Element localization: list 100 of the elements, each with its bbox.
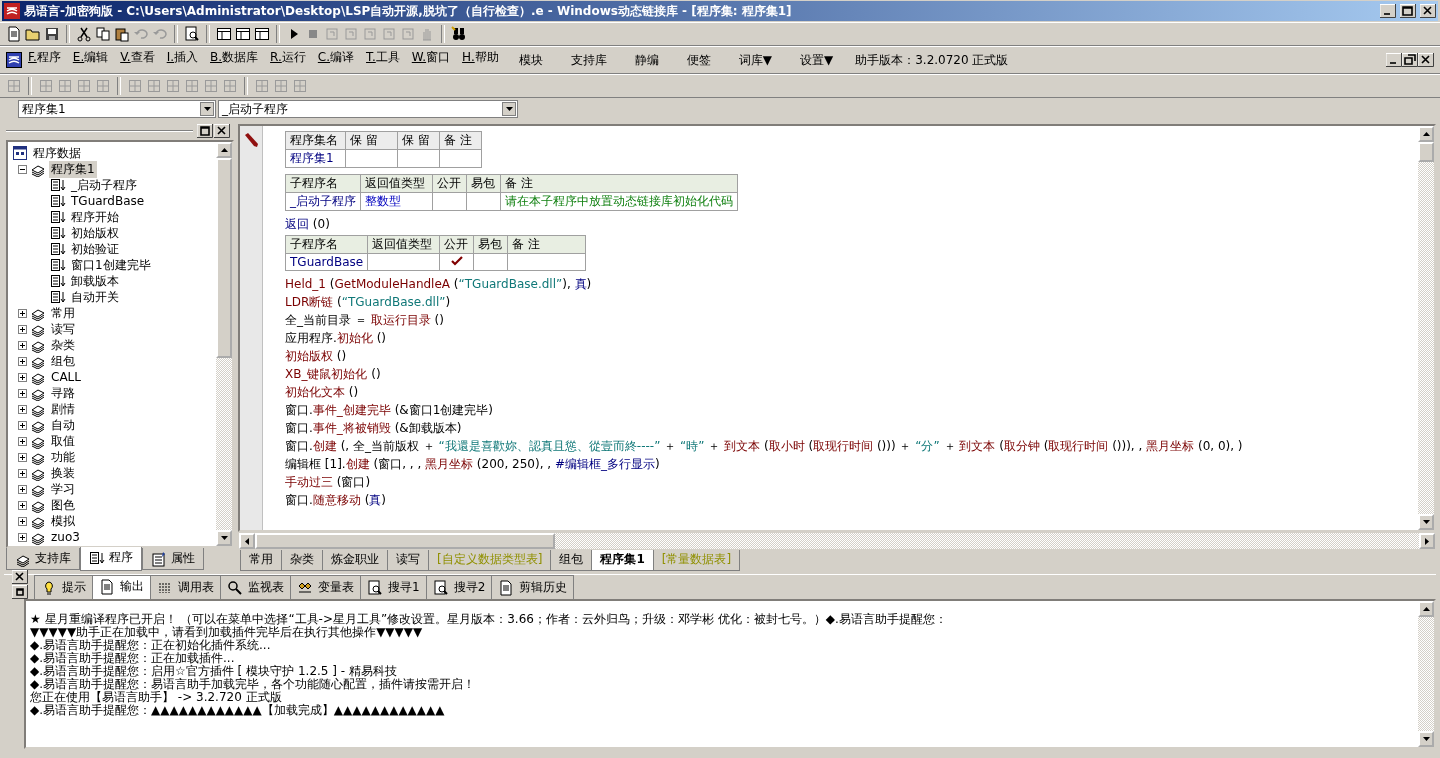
preview-icon[interactable] xyxy=(184,26,200,42)
dropdown[interactable]: _启动子程序 xyxy=(218,100,518,118)
tree-item[interactable]: 自动 xyxy=(49,416,77,434)
menu-item[interactable]: R.运行 xyxy=(264,47,312,73)
maximize-button[interactable] xyxy=(1400,4,1416,18)
panel-tab[interactable]: 程序 xyxy=(80,547,142,571)
panel-maximize-button[interactable] xyxy=(197,124,213,138)
output-tab[interactable]: 提示 xyxy=(34,575,93,599)
copy-icon[interactable] xyxy=(95,26,111,42)
menu-item[interactable]: T.工具 xyxy=(360,47,406,73)
expand-toggle[interactable] xyxy=(18,356,27,366)
vertical-scrollbar[interactable] xyxy=(1418,601,1434,747)
menu-item[interactable]: I.插入 xyxy=(160,47,205,73)
checkbox-cell[interactable] xyxy=(473,253,508,271)
dropdown-arrow-icon[interactable] xyxy=(505,107,513,111)
expand-toggle[interactable] xyxy=(18,388,27,398)
code-tab[interactable]: 常用 xyxy=(240,550,282,571)
menu-item[interactable]: H.帮助 xyxy=(456,47,505,73)
panel-close-button[interactable] xyxy=(214,124,230,138)
expand-toggle[interactable] xyxy=(18,324,27,334)
tree-item[interactable]: 模拟 xyxy=(49,512,77,530)
checkbox-cell[interactable] xyxy=(466,192,501,211)
menu-item[interactable]: 设置▼ xyxy=(785,49,848,71)
layout-icon[interactable] xyxy=(254,26,270,42)
tree-item[interactable]: 程序集1 xyxy=(49,160,97,178)
tree-item[interactable]: 程序数据 xyxy=(31,144,83,162)
tree-item[interactable]: 寻路 xyxy=(49,384,77,402)
scroll-right-arrow-icon[interactable] xyxy=(1425,537,1429,545)
tree-item[interactable]: 组包 xyxy=(49,352,77,370)
tree-item[interactable]: 常用 xyxy=(49,304,77,322)
scroll-down-arrow-icon[interactable] xyxy=(1422,520,1430,524)
layout-icon[interactable] xyxy=(235,26,251,42)
expand-toggle[interactable] xyxy=(18,500,27,510)
panel-tab[interactable]: 属性 xyxy=(142,548,204,570)
save-icon[interactable] xyxy=(44,26,60,42)
scroll-up-arrow-icon[interactable] xyxy=(1422,132,1430,136)
scroll-left-arrow-icon[interactable] xyxy=(245,537,249,545)
vertical-scrollbar[interactable] xyxy=(216,142,232,546)
expand-toggle[interactable] xyxy=(18,516,27,526)
checkbox-cell[interactable] xyxy=(439,253,474,271)
tree-item[interactable]: 换装 xyxy=(49,464,77,482)
menu-item[interactable]: 静编 xyxy=(620,49,673,71)
checkbox-cell[interactable] xyxy=(432,192,467,211)
scroll-thumb[interactable] xyxy=(1418,142,1434,162)
code-tab[interactable]: 程序集1 xyxy=(591,550,654,571)
panel-close-button[interactable] xyxy=(12,570,28,584)
output-tab[interactable]: 剪辑历史 xyxy=(491,575,575,599)
scroll-down-arrow-icon[interactable] xyxy=(220,536,228,540)
expand-toggle[interactable] xyxy=(18,532,27,542)
tree-item[interactable]: 学习 xyxy=(49,480,77,498)
code-tab[interactable]: 杂类 xyxy=(281,550,323,571)
minimize-button[interactable] xyxy=(1386,53,1402,67)
tree-item[interactable]: 功能 xyxy=(49,448,77,466)
tree-item[interactable]: 程序开始 xyxy=(69,208,121,226)
dropdown-arrow-icon[interactable] xyxy=(203,107,211,111)
tree-item[interactable]: 图色 xyxy=(49,496,77,514)
paste-icon[interactable] xyxy=(114,26,130,42)
menu-item[interactable]: B.数据库 xyxy=(204,47,265,73)
scroll-up-arrow-icon[interactable] xyxy=(220,148,228,152)
tree-item[interactable]: 取值 xyxy=(49,432,77,450)
panel-tab[interactable]: 支持库 xyxy=(6,548,80,570)
expand-toggle[interactable] xyxy=(18,340,27,350)
code-tab[interactable]: 组包 xyxy=(550,550,593,571)
menu-item[interactable]: F.程序 xyxy=(22,47,67,73)
binoculars-icon[interactable] xyxy=(451,26,467,42)
tree-item[interactable]: zuo3 xyxy=(49,530,82,544)
code-tab[interactable]: 炼金职业 xyxy=(322,550,388,571)
scroll-down-arrow-icon[interactable] xyxy=(1422,737,1430,741)
tree-item[interactable]: _启动子程序 xyxy=(69,176,139,194)
tree-item[interactable]: 自动开关 xyxy=(69,288,121,306)
panel-maximize-button[interactable] xyxy=(12,585,28,599)
tree-item[interactable]: CALL xyxy=(49,370,83,384)
code-tab[interactable]: 读写 xyxy=(387,550,429,571)
cut-icon[interactable] xyxy=(76,26,92,42)
layout-icon[interactable] xyxy=(216,26,232,42)
tree-item[interactable]: 杂类 xyxy=(49,336,77,354)
menu-item[interactable]: 词库▼ xyxy=(724,49,786,71)
scroll-thumb[interactable] xyxy=(216,158,232,358)
tree-item[interactable]: TGuardBase xyxy=(69,194,147,208)
expand-toggle[interactable] xyxy=(18,372,27,382)
close-button[interactable] xyxy=(1418,53,1434,67)
vertical-scrollbar[interactable] xyxy=(1418,126,1434,530)
tree-item[interactable]: 卸载版本 xyxy=(69,272,121,290)
close-button[interactable] xyxy=(1420,4,1436,18)
expand-toggle[interactable] xyxy=(18,420,27,430)
expand-toggle[interactable] xyxy=(18,308,27,318)
new-file-icon[interactable] xyxy=(6,26,22,42)
output-tab[interactable]: 输出 xyxy=(92,575,151,599)
open-folder-icon[interactable] xyxy=(25,26,41,42)
menu-item[interactable]: 模块 xyxy=(504,49,557,71)
scroll-up-arrow-icon[interactable] xyxy=(1422,607,1430,611)
menu-item[interactable]: E.编辑 xyxy=(66,47,115,73)
scroll-thumb[interactable] xyxy=(255,533,555,549)
expand-toggle[interactable] xyxy=(18,452,27,462)
app-logo-icon[interactable] xyxy=(6,52,22,68)
horizontal-scrollbar[interactable] xyxy=(238,532,1436,550)
menu-item[interactable]: V.查看 xyxy=(114,47,161,73)
menu-item[interactable]: C.编译 xyxy=(311,47,361,73)
minimize-button[interactable] xyxy=(1380,4,1396,18)
tree-item[interactable]: 初始验证 xyxy=(69,240,121,258)
